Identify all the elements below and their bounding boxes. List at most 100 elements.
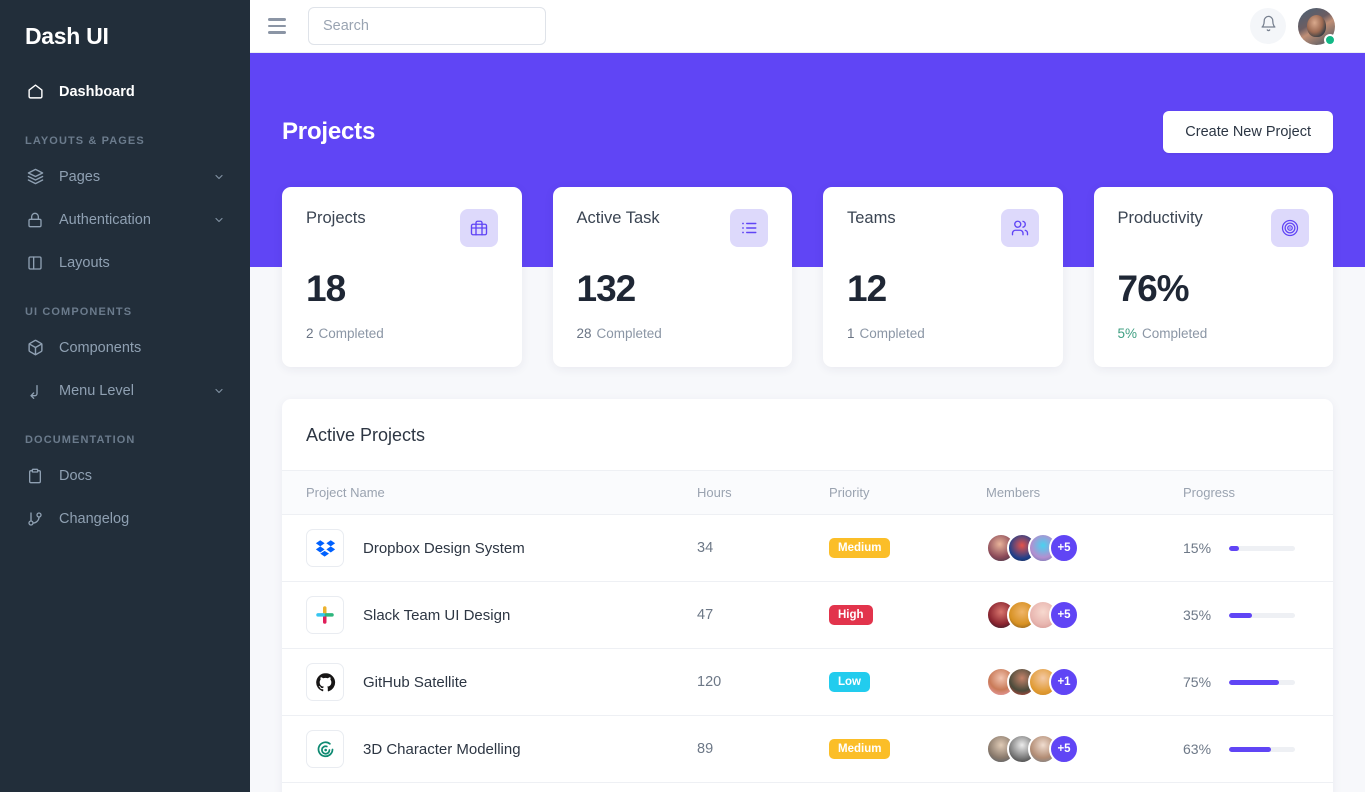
stat-title: Active Task [576,209,660,227]
sidebar-item-docs[interactable]: Docs [0,454,250,497]
stat-title: Productivity [1117,209,1203,227]
below-hero: Projects 18 2 Completed Active Task 132 … [250,187,1365,792]
member-avatar-stack[interactable]: +1 [986,667,1183,697]
cell-project-name: Slack Team UI Design [282,581,697,649]
chevron-down-icon[interactable] [213,171,225,183]
dropbox-icon [306,529,344,567]
lock-icon [25,210,45,230]
hero-row: Projects Create New Project [282,53,1333,153]
table-row[interactable] [282,782,1333,792]
brand-logo[interactable]: Dash UI [0,0,250,56]
priority-badge: High [829,604,873,626]
sidebar-item-authentication[interactable]: Authentication [0,198,250,241]
box-icon [25,338,45,358]
stat-subtext: 28 Completed [577,326,769,341]
search-input[interactable] [308,7,546,45]
sidebar-section-documentation: DOCUMENTATION [25,434,136,446]
project-name-label: Slack Team UI Design [363,606,511,624]
chevron-down-icon[interactable] [213,214,225,226]
member-overflow-count: +1 [1049,667,1079,697]
progress-percent: 35% [1183,607,1212,623]
priority-badge: Low [829,671,870,693]
cell-priority: Low [829,648,986,716]
briefcase-icon [459,209,498,247]
page-title: Projects [282,118,376,145]
column-progress[interactable]: Progress [1183,471,1333,515]
column-hours[interactable]: Hours [697,471,829,515]
cell-members: +5 [986,514,1183,582]
bell-icon [1260,15,1277,37]
stat-card-projects[interactable]: Projects 18 2 Completed [282,187,522,367]
content-scroll: Projects Create New Project Projects 18 … [250,53,1365,792]
stat-sub-label: Completed [859,326,925,341]
app-root: Dash UI Dashboard LAYOUTS & PAGES Pages [0,0,1365,792]
stat-sub-number: 2 [306,326,314,341]
projects-table: Project Name Hours Priority Members Prog… [282,471,1333,792]
sidebar-item-changelog[interactable]: Changelog [0,497,250,540]
progress-bar [1229,545,1295,551]
users-icon [1000,209,1039,247]
progress-bar [1229,679,1295,685]
sidebar-item-label: Menu Level [59,382,134,399]
stat-value: 76% [1117,268,1190,309]
clipboard-icon [25,466,45,486]
avatar[interactable] [1298,7,1336,46]
sidebar-item-layouts[interactable]: Layouts [0,241,250,284]
stat-sub-number: 1 [847,326,855,341]
cell-hours: 34 [697,514,829,582]
stat-head: Projects [306,209,498,247]
sidebar-item-pages[interactable]: Pages [0,155,250,198]
table-header-row: Project Name Hours Priority Members Prog… [282,471,1333,515]
sidebar: Dash UI Dashboard LAYOUTS & PAGES Pages [0,0,250,792]
member-avatar-stack[interactable]: +5 [986,533,1183,563]
sidebar-item-dashboard[interactable]: Dashboard [0,70,250,113]
project-name-label: GitHub Satellite [363,673,468,691]
table-row[interactable]: Slack Team UI Design 47 High +5 35% [282,581,1333,649]
create-new-project-button[interactable]: Create New Project [1163,111,1333,153]
home-icon [25,82,45,102]
member-avatar-stack[interactable]: +5 [986,734,1183,764]
notifications-button[interactable] [1250,8,1286,44]
active-projects-card: Active Projects Project Name Hours Prior… [282,399,1333,792]
online-status-dot [1324,33,1336,46]
progress-percent: 15% [1183,540,1212,556]
chevron-down-icon[interactable] [213,385,225,397]
table-row[interactable]: GitHub Satellite 120 Low +1 75% [282,648,1333,716]
cell-progress: 63% [1183,715,1333,783]
main-area: Projects Create New Project Projects [250,0,1365,792]
table-row[interactable]: Dropbox Design System 34 Medium +5 15% [282,514,1333,582]
table-row[interactable]: 3D Character Modelling 89 Medium +5 63% [282,715,1333,783]
stat-sub-number: 28 [576,326,592,341]
column-priority[interactable]: Priority [829,471,986,515]
cell-progress: 35% [1183,581,1333,649]
stat-sub-label: Completed [596,326,662,341]
stat-card-active-task[interactable]: Active Task 132 28 Completed [552,187,792,367]
stat-sub-label: Completed [318,326,384,341]
cell-members: +5 [986,581,1183,649]
stat-cards: Projects 18 2 Completed Active Task 132 … [282,187,1333,367]
arrow-turn-icon [25,381,45,401]
column-members[interactable]: Members [986,471,1183,515]
sidebar-item-menu-level[interactable]: Menu Level [0,369,250,412]
stat-title: Projects [306,209,366,227]
cell-hours: 120 [697,648,829,716]
sidebar-item-components[interactable]: Components [0,326,250,369]
column-project-name[interactable]: Project Name [282,471,697,515]
cell-progress [1183,782,1333,792]
sidebar-item-label: Docs [59,467,93,484]
cell-members: +1 [986,648,1183,716]
project-name-label: 3D Character Modelling [363,740,521,758]
target-icon [1271,209,1309,247]
stat-subtext: 5% Completed [1118,326,1310,341]
member-overflow-count: +5 [1049,734,1079,764]
stat-card-teams[interactable]: Teams 12 1 Completed [823,187,1063,367]
member-overflow-count: +5 [1049,600,1079,630]
cell-hours: 89 [697,715,829,783]
stat-card-productivity[interactable]: Productivity 76% 5% Completed [1093,187,1333,367]
list-icon [730,209,768,247]
sidebar-nav: Dashboard LAYOUTS & PAGES Pages Authenti… [0,56,250,540]
member-avatar-stack[interactable]: +5 [986,600,1183,630]
hamburger-icon[interactable] [268,15,290,37]
cell-project-name: 3D Character Modelling [282,715,697,783]
cell-priority [829,782,986,792]
